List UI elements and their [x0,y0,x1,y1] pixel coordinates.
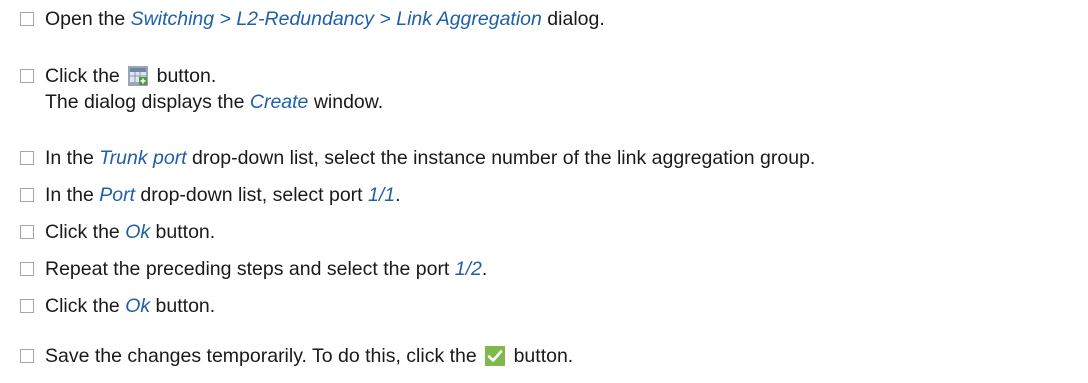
step-text-after: button. [151,65,217,87]
step-7: Click the Ok button. [20,293,1088,319]
step-text-before: Click the [45,295,126,317]
step-text: Repeat the preceding steps and select th… [45,256,487,282]
step-checkbox [20,151,34,165]
step-checkbox [20,299,34,313]
step-result-after: window. [308,91,384,113]
step-text-after: button. [150,295,216,317]
field-reference: Port [99,184,135,206]
step-text-before: Save the changes temporarily. To do this… [45,345,483,367]
step-checkbox [20,12,34,26]
step-text-middle: drop-down list, select port [134,184,369,206]
step-checkbox [20,225,34,239]
step-text-before: In the [45,147,100,169]
step-text-after: . [395,184,401,206]
step-4: In the Port drop-down list, select port … [20,182,1088,208]
button-reference: Ok [125,295,151,317]
step-5: Click the Ok button. [20,219,1088,245]
step-2: Click the button. The dialog displays th… [20,63,1088,115]
step-result-text: The dialog displays the [45,91,250,113]
step-8: Save the changes temporarily. To do this… [20,343,1088,369]
button-reference: Ok [125,221,151,243]
step-text: In the Trunk port drop-down list, select… [45,145,815,171]
port-reference: 1/2 [454,258,482,280]
step-checkbox [20,188,34,202]
create-table-icon [128,66,149,86]
step-text-before: Repeat the preceding steps and select th… [45,258,455,280]
step-text-after: button. [508,345,574,367]
step-checkbox [20,69,34,83]
step-text: Open the Switching > L2-Redundancy > Lin… [45,6,605,32]
step-text-after: . [481,258,488,280]
step-text-after: drop-down list, select the instance numb… [186,147,816,169]
checkmark-icon [485,346,506,366]
step-text: Save the changes temporarily. To do this… [45,343,573,369]
step-checkbox [20,262,34,276]
port-reference: 1/1 [368,184,396,206]
step-text-after: dialog. [541,8,605,30]
step-3: In the Trunk port drop-down list, select… [20,145,1088,171]
step-checkbox [20,349,34,363]
step-1: Open the Switching > L2-Redundancy > Lin… [20,6,1088,32]
step-6: Repeat the preceding steps and select th… [20,256,1088,282]
step-text: Click the Ok button. [45,219,215,245]
step-text-before: Click the [45,221,126,243]
window-name-reference: Create [249,91,309,113]
step-text: Click the button. The dialog displays th… [45,63,383,115]
dialog-path-reference: Switching > L2-Redundancy > Link Aggrega… [130,8,542,30]
step-text-before: In the [45,184,100,206]
step-text: Click the Ok button. [45,293,215,319]
step-text-before: Click the [45,65,126,87]
step-text-before: Open the [45,8,131,30]
field-reference: Trunk port [99,147,187,169]
step-text-after: button. [150,221,216,243]
step-text: In the Port drop-down list, select port … [45,182,401,208]
